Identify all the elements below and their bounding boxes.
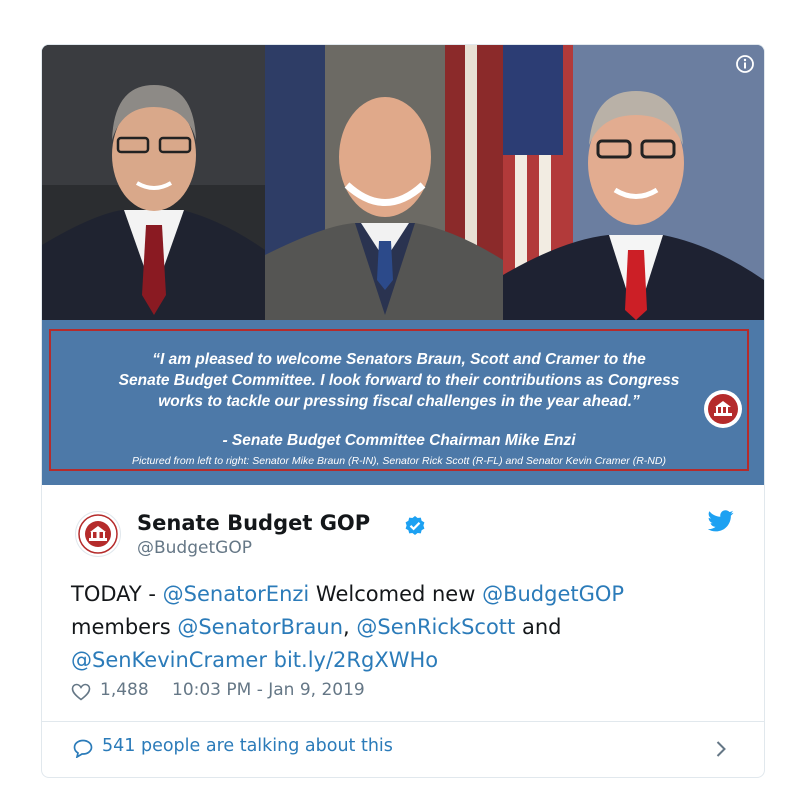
twitter-bird-icon[interactable] — [707, 510, 734, 532]
quote-attribution: - Senate Budget Committee Chairman Mike … — [222, 432, 576, 449]
verified-badge-icon — [404, 515, 426, 537]
tweet-text-segment: members — [71, 615, 178, 639]
tweet-timestamp[interactable]: 10:03 PM - Jan 9, 2019 — [172, 680, 365, 700]
photo-senator-braun — [42, 45, 265, 320]
conversation-link[interactable]: 541 people are talking about this — [102, 736, 393, 756]
senate-seal-logo — [703, 389, 743, 429]
photo-strip — [42, 45, 764, 320]
mention-senatorenzi[interactable]: @SenatorEnzi — [163, 582, 310, 606]
quote-border-box: “I am pleased to welcome Senators Braun,… — [49, 329, 749, 471]
info-icon[interactable] — [736, 55, 754, 73]
tweet-text-line-3: @SenKevinCramer bit.ly/2RgXWHo — [71, 644, 731, 677]
mention-senrickscott[interactable]: @SenRickScott — [356, 615, 515, 639]
photo-caption: Pictured from left to right: Senator Mik… — [132, 455, 666, 467]
tweet-text-segment: , — [343, 615, 357, 639]
tweet-text-line-2: members @SenatorBraun, @SenRickScott and — [71, 611, 731, 644]
user-handle[interactable]: @BudgetGOP — [137, 538, 252, 558]
display-name[interactable]: Senate Budget GOP — [137, 511, 370, 535]
chevron-right-icon[interactable] — [715, 740, 727, 758]
mention-senatorbraun[interactable]: @SenatorBraun — [177, 615, 343, 639]
tweet-media-image[interactable]: “I am pleased to welcome Senators Braun,… — [42, 45, 764, 485]
speech-bubble-icon[interactable] — [73, 739, 93, 759]
photo-senator-cramer — [503, 45, 764, 320]
avatar[interactable] — [75, 511, 121, 557]
embedded-tweet-card[interactable]: “I am pleased to welcome Senators Braun,… — [41, 44, 765, 778]
tweet-text: TODAY - @SenatorEnzi Welcomed new @Budge… — [71, 578, 731, 677]
heart-icon[interactable] — [71, 683, 91, 701]
quote-line-1: “I am pleased to welcome Senators Braun,… — [152, 351, 646, 368]
tweet-text-segment: and — [515, 615, 562, 639]
tweet-text-segment: Welcomed new — [309, 582, 483, 606]
mention-senkevincramer[interactable]: @SenKevinCramer — [71, 648, 267, 672]
quote-line-3: works to tackle our pressing fiscal chal… — [158, 393, 640, 410]
tweet-text-segment — [267, 648, 274, 672]
mention-budgetgop[interactable]: @BudgetGOP — [482, 582, 624, 606]
tweet-text-line-1: TODAY - @SenatorEnzi Welcomed new @Budge… — [71, 578, 731, 611]
photo-senator-scott — [265, 45, 503, 320]
quote-panel: “I am pleased to welcome Senators Braun,… — [42, 320, 764, 485]
tweet-text-segment: TODAY - — [71, 582, 163, 606]
quote-line-2: Senate Budget Committee. I look forward … — [118, 372, 680, 389]
quote-text: “I am pleased to welcome Senators Braun,… — [51, 349, 747, 412]
like-count[interactable]: 1,488 — [100, 680, 149, 700]
divider — [42, 721, 764, 722]
tweet-link[interactable]: bit.ly/2RgXWHo — [274, 648, 438, 672]
